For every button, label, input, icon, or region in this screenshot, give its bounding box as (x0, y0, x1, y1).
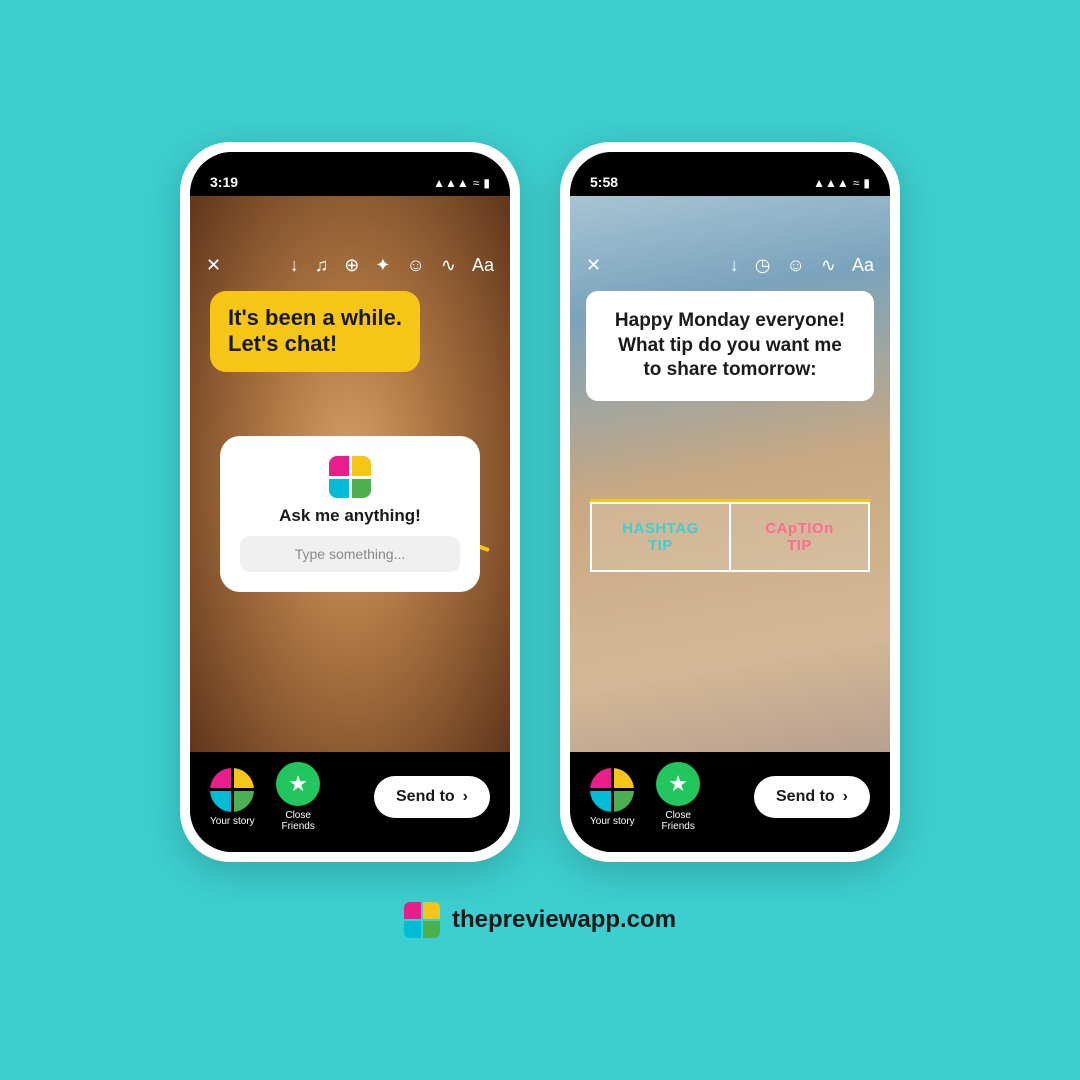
your-story-btn-2[interactable]: Your story (590, 768, 635, 827)
toolbar-icons-group: ↓ ♫ ⊕ ✦ ☺ ∿ Aa (290, 255, 494, 276)
qa-title: Ask me anything! (240, 506, 460, 526)
toolbar-icons-group-2: ↓ ◷ ☺ ∿ Aa (730, 255, 874, 276)
send-to-btn-2[interactable]: Send to › (754, 776, 870, 818)
poll-option-hashtag[interactable]: HASHTAG TIP (592, 504, 731, 570)
send-to-text-2: Send to (776, 788, 835, 806)
close-friends-btn-1[interactable]: ★ Close Friends (271, 762, 326, 832)
signal-icon-2: ▲▲▲ (813, 176, 849, 190)
text-icon[interactable]: Aa (472, 255, 494, 276)
link-icon[interactable]: ⊕ (344, 255, 359, 276)
star-icon-1: ★ (288, 771, 308, 797)
your-story-label-2: Your story (590, 816, 635, 827)
poll-option-caption[interactable]: CApTIOn TIP (731, 504, 868, 570)
wifi-icon: ≈ (473, 176, 480, 190)
phone-1-notch (290, 152, 410, 180)
close-friends-circle-2: ★ (656, 762, 700, 806)
face-icon[interactable]: ☺ (406, 255, 424, 276)
draw-icon[interactable]: ∿ (441, 255, 456, 276)
close-icon[interactable]: ✕ (206, 255, 221, 276)
qa-widget[interactable]: Ask me anything! Type something... (220, 436, 480, 592)
arrow-right-icon-2: › (843, 788, 848, 806)
close-friends-circle-1: ★ (276, 762, 320, 806)
colorful-grid-logo (329, 456, 371, 498)
text-icon-2[interactable]: Aa (852, 255, 874, 276)
caption-bubble-2: Happy Monday everyone! What tip do you w… (586, 291, 874, 401)
phone-2-time: 5:58 (590, 174, 618, 190)
phone-1-bottom-bar: Your story ★ Close Friends Send to › (190, 752, 510, 852)
your-story-label-1: Your story (210, 816, 255, 827)
phone-2-inner: 5:58 ▲▲▲ ≈ ▮ ✕ ↓ ◷ ☺ ∿ (570, 152, 890, 852)
phone-2-story-content: ✕ ↓ ◷ ☺ ∿ Aa Happy Monday everyone! What… (570, 196, 890, 752)
your-story-btn-1[interactable]: Your story (210, 768, 255, 827)
close-friends-label-2: Close Friends (651, 810, 706, 832)
caption-text-1: It's been a while. Let's chat! (228, 305, 402, 358)
phone-1: 3:19 ▲▲▲ ≈ ▮ ✕ ↓ ♫ ⊕ (180, 142, 520, 862)
arrow-right-icon-1: › (463, 788, 468, 806)
poll-widget[interactable]: HASHTAG TIP CApTIOn TIP (590, 499, 870, 572)
brand-logo (404, 902, 440, 938)
timer-icon-2[interactable]: ◷ (755, 255, 771, 276)
phone-2-status-icons: ▲▲▲ ≈ ▮ (813, 176, 870, 190)
caption-text-2: Happy Monday everyone! What tip do you w… (606, 309, 854, 383)
phone-1-inner: 3:19 ▲▲▲ ≈ ▮ ✕ ↓ ♫ ⊕ (190, 152, 510, 852)
music-icon[interactable]: ♫ (315, 255, 329, 276)
signal-icon: ▲▲▲ (433, 176, 469, 190)
close-friends-btn-2[interactable]: ★ Close Friends (651, 762, 706, 832)
send-to-btn-1[interactable]: Send to › (374, 776, 490, 818)
battery-icon: ▮ (483, 176, 490, 190)
caption-bubble-1: It's been a while. Let's chat! (210, 291, 420, 372)
phone-1-status-icons: ▲▲▲ ≈ ▮ (433, 176, 490, 190)
close-icon-2[interactable]: ✕ (586, 255, 601, 276)
poll-options[interactable]: HASHTAG TIP CApTIOn TIP (590, 502, 870, 572)
bottom-actions-1: Your story ★ Close Friends (210, 762, 326, 832)
grid-cell-green (352, 479, 372, 499)
star-icon-2: ★ (668, 771, 688, 797)
qa-input[interactable]: Type something... (240, 536, 460, 572)
your-story-circle-1 (210, 768, 254, 812)
grid-cell-pink (329, 456, 349, 476)
branding-section: thepreviewapp.com (404, 902, 676, 938)
qa-logo (240, 456, 460, 498)
sticker-icon-2[interactable]: ☺ (786, 255, 804, 276)
phone-1-story-content: ✕ ↓ ♫ ⊕ ✦ ☺ ∿ Aa It's been a while. (190, 196, 510, 752)
phones-container: 3:19 ▲▲▲ ≈ ▮ ✕ ↓ ♫ ⊕ (180, 142, 900, 862)
wifi-icon-2: ≈ (853, 176, 860, 190)
send-to-text-1: Send to (396, 788, 455, 806)
sticker-icon[interactable]: ✦ (375, 255, 390, 276)
grid-cell-cyan (329, 479, 349, 499)
download-icon[interactable]: ↓ (290, 255, 299, 276)
phone-2: 5:58 ▲▲▲ ≈ ▮ ✕ ↓ ◷ ☺ ∿ (560, 142, 900, 862)
phone-2-toolbar[interactable]: ✕ ↓ ◷ ☺ ∿ Aa (570, 240, 890, 290)
phone-1-toolbar[interactable]: ✕ ↓ ♫ ⊕ ✦ ☺ ∿ Aa (190, 240, 510, 290)
phone-2-bottom-bar: Your story ★ Close Friends Send to › (570, 752, 890, 852)
grid-cell-yellow (352, 456, 372, 476)
close-friends-label-1: Close Friends (271, 810, 326, 832)
battery-icon-2: ▮ (863, 176, 870, 190)
download-icon-2[interactable]: ↓ (730, 255, 739, 276)
draw-icon-2[interactable]: ∿ (821, 255, 836, 276)
phone-1-time: 3:19 (210, 174, 238, 190)
phone-2-notch (670, 152, 790, 180)
brand-text: thepreviewapp.com (452, 906, 676, 934)
bottom-actions-2: Your story ★ Close Friends (590, 762, 706, 832)
your-story-circle-2 (590, 768, 634, 812)
